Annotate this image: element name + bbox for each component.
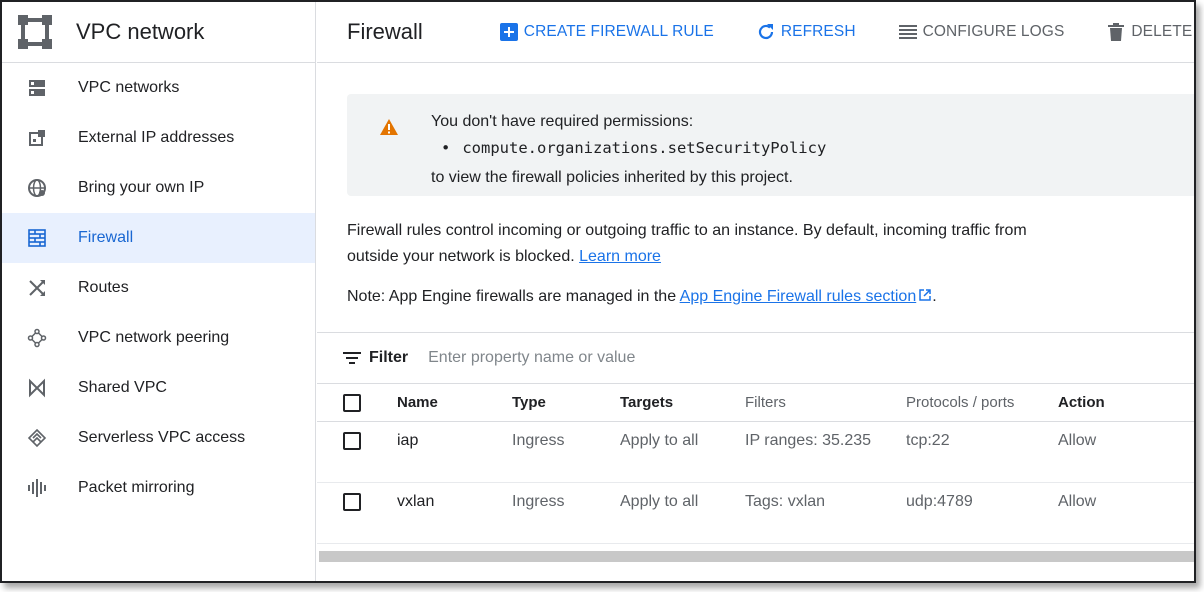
app-window: VPC network VPC networks External IP add… [0, 0, 1196, 583]
warning-line-3: to view the firewall policies inherited … [431, 169, 793, 186]
column-header-filters[interactable]: Filters [745, 384, 906, 422]
sidebar-item-label: Serverless VPC access [78, 429, 246, 446]
sidebar-item-label: VPC network peering [78, 329, 230, 346]
page-title: Firewall [347, 19, 423, 44]
sidebar-item-label: VPC networks [78, 79, 180, 96]
filter-label: Filter [369, 349, 409, 366]
filter-input[interactable] [428, 349, 849, 367]
list-lines-icon [898, 22, 918, 42]
description-text: Firewall rules control incoming or outgo… [347, 222, 1027, 265]
table-header-row: Name Type Targets Filters Protocols / po… [317, 384, 1194, 422]
note-suffix: . [932, 288, 937, 305]
configure-logs-label: CONFIGURE LOGS [922, 23, 1065, 40]
refresh-icon [756, 22, 776, 42]
trash-icon [1106, 22, 1126, 42]
app-engine-firewall-link[interactable]: App Engine Firewall rules section [680, 288, 933, 305]
refresh-button[interactable]: REFRESH [756, 22, 856, 42]
rule-type: Ingress [512, 482, 620, 544]
horizontal-scrollbar[interactable] [319, 551, 1194, 562]
column-header-name[interactable]: Name [397, 384, 512, 422]
warning-text: You don't have required permissions: • co… [431, 109, 826, 191]
toolbar: Firewall CREATE FIREWALL RULE REFRESH CO… [317, 2, 1194, 63]
rule-filters: Tags: vxlan [745, 482, 906, 544]
rule-targets: Apply to all [620, 421, 745, 483]
table-row[interactable]: vxlan Ingress Apply to all Tags: vxlan u… [317, 482, 1194, 544]
sidebar-item-bring-your-own-ip[interactable]: Bring your own IP [2, 163, 315, 213]
sidebar-item-vpc-networks[interactable]: VPC networks [2, 63, 315, 113]
create-firewall-rule-label: CREATE FIREWALL RULE [523, 23, 714, 40]
sidebar-item-label: Firewall [78, 229, 134, 246]
sidebar-item-label: External IP addresses [78, 129, 235, 146]
sidebar-item-external-ip-addresses[interactable]: External IP addresses [2, 113, 315, 163]
sidebar-item-label: Packet mirroring [78, 479, 195, 496]
sidebar-item-label: Bring your own IP [78, 179, 205, 196]
rule-name[interactable]: vxlan [397, 482, 512, 544]
row-checkbox[interactable] [343, 431, 361, 450]
permission-name: compute.organizations.setSecurityPolicy [462, 139, 827, 157]
filter-icon [343, 349, 361, 367]
product-title: VPC network [76, 19, 205, 44]
column-header-action[interactable]: Action [1058, 384, 1194, 422]
rule-name[interactable]: iap [397, 421, 512, 483]
globe-icon [26, 177, 48, 199]
create-firewall-rule-button[interactable]: CREATE FIREWALL RULE [499, 22, 714, 42]
select-all-checkbox[interactable] [343, 393, 361, 412]
warning-permission: • compute.organizations.setSecurityPolicy [441, 139, 827, 157]
firewall-brick-icon [26, 227, 48, 249]
learn-more-link[interactable]: Learn more [579, 248, 661, 265]
app-engine-firewall-link-label: App Engine Firewall rules section [679, 288, 917, 305]
delete-button[interactable]: DELETE [1106, 22, 1192, 42]
peering-icon [26, 327, 48, 349]
sidebar-item-vpc-network-peering[interactable]: VPC network peering [2, 313, 315, 363]
row-select-cell [317, 482, 397, 544]
routes-icon [26, 277, 48, 299]
sidebar-item-packet-mirroring[interactable]: Packet mirroring [2, 463, 315, 513]
rule-protocols: tcp:22 [906, 421, 1058, 483]
warning-icon [379, 118, 399, 138]
table-row[interactable]: iap Ingress Apply to all IP ranges: 35.2… [317, 421, 1194, 483]
sidebar-item-routes[interactable]: Routes [2, 263, 315, 313]
sidebar-item-firewall[interactable]: Firewall [2, 213, 315, 263]
vpc-networks-icon [26, 77, 48, 99]
packet-mirroring-icon [26, 477, 48, 499]
row-checkbox[interactable] [343, 492, 361, 511]
vpc-network-logo-icon [16, 13, 54, 51]
rule-protocols: udp:4789 [906, 482, 1058, 544]
note-prefix: Note: App Engine firewalls are managed i… [347, 288, 677, 305]
rule-action: Allow [1058, 482, 1194, 544]
external-ip-icon [26, 127, 48, 149]
sidebar-item-label: Routes [78, 279, 129, 296]
warning-line-1: You don't have required permissions: [431, 113, 694, 130]
select-all-cell [317, 384, 397, 422]
column-header-type[interactable]: Type [512, 384, 620, 422]
rule-action: Allow [1058, 421, 1194, 483]
app-engine-note: Note: App Engine firewalls are managed i… [347, 288, 937, 306]
delete-label: DELETE [1131, 23, 1193, 40]
add-box-icon [499, 22, 519, 42]
row-select-cell [317, 421, 397, 483]
rule-targets: Apply to all [620, 482, 745, 544]
firewall-description: Firewall rules control incoming or outgo… [347, 218, 1027, 270]
configure-logs-button[interactable]: CONFIGURE LOGS [898, 22, 1065, 42]
open-in-new-icon [918, 288, 932, 302]
sidebar-item-shared-vpc[interactable]: Shared VPC [2, 363, 315, 413]
sidebar-nav: VPC networks External IP addresses Bring… [2, 63, 315, 513]
shared-vpc-icon [26, 377, 48, 399]
firewall-rules-table: Name Type Targets Filters Protocols / po… [317, 384, 1194, 544]
sidebar-header: VPC network [2, 2, 315, 63]
rule-type: Ingress [512, 421, 620, 483]
rule-filters: IP ranges: 35.235 [745, 421, 906, 483]
column-header-targets[interactable]: Targets [620, 384, 745, 422]
main-content: Firewall CREATE FIREWALL RULE REFRESH CO… [317, 2, 1194, 581]
sidebar-item-serverless-vpc-access[interactable]: Serverless VPC access [2, 413, 315, 463]
permission-warning: You don't have required permissions: • co… [347, 94, 1194, 196]
filter-bar: Filter [317, 332, 1194, 384]
refresh-label: REFRESH [780, 23, 856, 40]
column-header-protocols-ports[interactable]: Protocols / ports [906, 384, 1058, 422]
sidebar-item-label: Shared VPC [78, 379, 167, 396]
sidebar: VPC network VPC networks External IP add… [2, 2, 316, 581]
serverless-vpc-icon [26, 427, 48, 449]
